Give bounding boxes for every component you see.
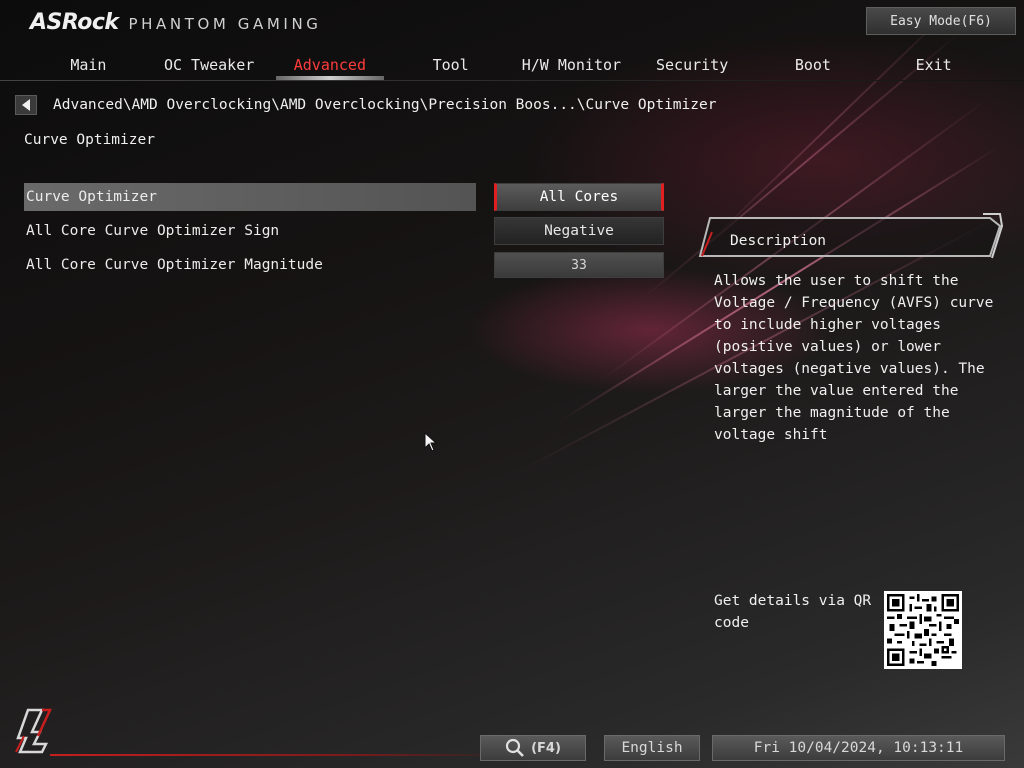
arrow-left-icon bbox=[22, 99, 30, 111]
product-line: PHANTOM GAMING bbox=[128, 15, 322, 33]
brand-name: ASRock bbox=[30, 10, 119, 35]
search-icon bbox=[505, 738, 525, 757]
setting-all-core-sign[interactable]: All Core Curve Optimizer Sign bbox=[24, 217, 476, 245]
phantom-gaming-logo-icon bbox=[15, 708, 52, 754]
description-title: Description bbox=[730, 233, 827, 249]
all-core-magnitude-value[interactable]: 33 bbox=[494, 252, 664, 278]
tab-boot[interactable]: Boot bbox=[753, 50, 874, 80]
asrock-logo: ASRock PHANTOM GAMING bbox=[30, 10, 322, 36]
breadcrumb: Advanced\AMD Overclocking\AMD Overclocki… bbox=[53, 97, 717, 113]
language-button[interactable]: English bbox=[604, 735, 700, 761]
qr-code bbox=[884, 591, 962, 669]
qr-code-icon bbox=[887, 594, 959, 666]
tab-oc-tweaker[interactable]: OC Tweaker bbox=[149, 50, 270, 80]
tab-advanced[interactable]: Advanced bbox=[270, 50, 391, 80]
main-tabs: Main OC Tweaker Advanced Tool H/W Monito… bbox=[28, 50, 994, 80]
all-core-sign-value[interactable]: Negative bbox=[494, 217, 664, 245]
datetime-display: Fri 10/04/2024, 10:13:11 bbox=[712, 735, 1005, 761]
tab-security[interactable]: Security bbox=[632, 50, 753, 80]
tab-main[interactable]: Main bbox=[28, 50, 149, 80]
footer-accent-line bbox=[50, 754, 480, 756]
curve-optimizer-value[interactable]: All Cores bbox=[494, 183, 664, 211]
search-shortcut: (F4) bbox=[531, 740, 561, 756]
easy-mode-button[interactable]: Easy Mode(F6) bbox=[866, 7, 1016, 35]
tab-hw-monitor[interactable]: H/W Monitor bbox=[511, 50, 632, 80]
mouse-cursor-icon bbox=[424, 432, 438, 452]
page-title: Curve Optimizer bbox=[24, 132, 155, 148]
qr-caption: Get details via QR code bbox=[714, 593, 872, 631]
tab-tool[interactable]: Tool bbox=[390, 50, 511, 80]
description-text: Allows the user to shift the Voltage / F… bbox=[714, 273, 994, 443]
search-button[interactable]: (F4) bbox=[480, 735, 586, 761]
setting-curve-optimizer[interactable]: Curve Optimizer bbox=[24, 183, 476, 211]
setting-all-core-magnitude[interactable]: All Core Curve Optimizer Magnitude bbox=[24, 251, 476, 279]
back-button[interactable] bbox=[15, 95, 37, 115]
header-divider bbox=[0, 80, 1024, 81]
tab-exit[interactable]: Exit bbox=[873, 50, 994, 80]
